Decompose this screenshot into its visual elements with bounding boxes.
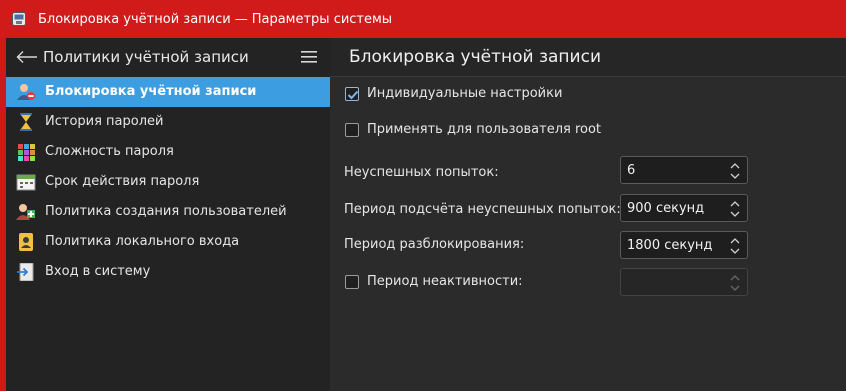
main-header: Блокировка учётной записи	[330, 38, 846, 77]
sidebar-item-password-complexity[interactable]: Сложность пароля	[6, 137, 330, 167]
page-title: Блокировка учётной записи	[349, 47, 601, 67]
unlock-period-label: Период разблокирования:	[344, 237, 525, 252]
window-title: Блокировка учётной записи — Параметры сист…	[38, 12, 392, 27]
title-bar: Блокировка учётной записи — Параметры сист…	[0, 0, 846, 38]
sidebar-item-account-lockout[interactable]: Блокировка учётной записи	[6, 77, 330, 107]
inactivity-checkbox[interactable]	[345, 274, 359, 289]
calendar-icon	[16, 174, 36, 191]
sidebar-item-user-creation-policy[interactable]: Политика создания пользователей	[6, 197, 330, 227]
spin-arrows-icon	[730, 275, 740, 291]
apply-root-row[interactable]: Применять для пользователя root	[345, 122, 601, 137]
unlock-period-spinbox[interactable]: 1800 секунд	[620, 231, 748, 259]
spin-arrows-icon[interactable]	[729, 235, 741, 257]
inactivity-row[interactable]: Период неактивности:	[345, 274, 523, 289]
sidebar-item-label: Сложность пароля	[45, 144, 174, 159]
failed-attempts-label: Неуспешных попыток:	[344, 165, 499, 180]
count-period-label: Период подсчёта неуспешных попыток:	[344, 202, 621, 217]
app-icon	[12, 12, 26, 26]
hourglass-icon	[20, 113, 32, 131]
hamburger-menu-icon[interactable]	[301, 50, 317, 64]
sidebar-item-password-history[interactable]: История паролей	[6, 107, 330, 137]
sidebar-item-label: Вход в систему	[45, 264, 151, 279]
back-arrow-icon[interactable]	[16, 50, 38, 64]
failed-attempts-value: 6	[627, 163, 636, 178]
spin-arrows-icon[interactable]	[729, 160, 741, 182]
sidebar-nav: Блокировка учётной записи История пароле…	[6, 77, 330, 287]
individual-settings-row[interactable]: Индивидуальные настройки	[345, 86, 562, 101]
grid-icon	[18, 144, 35, 161]
window-title-left: Блокировка учётной записи	[38, 11, 231, 27]
sidebar: Политики учётной записи Блокировка учётн…	[0, 38, 331, 391]
sidebar-item-password-expiry[interactable]: Срок действия пароля	[6, 167, 330, 197]
count-period-value: 900 секунд	[627, 201, 705, 216]
main-panel: Блокировка учётной записи Индивидуальные…	[330, 38, 846, 391]
sidebar-item-label: Политика локального входа	[45, 234, 240, 249]
login-icon	[17, 263, 34, 281]
sidebar-title: Политики учётной записи	[43, 48, 249, 66]
apply-root-checkbox[interactable]	[345, 122, 359, 137]
sidebar-item-label: Политика создания пользователей	[45, 204, 287, 219]
sidebar-item-label: Блокировка учётной записи	[45, 84, 257, 99]
user-add-icon	[16, 204, 35, 220]
checkmark-icon	[347, 90, 359, 99]
failed-attempts-spinbox[interactable]: 6	[620, 156, 748, 184]
sidebar-item-local-login-policy[interactable]: Политика локального входа	[6, 227, 330, 257]
spin-arrows-icon[interactable]	[729, 198, 741, 220]
sidebar-item-label: Срок действия пароля	[45, 174, 200, 189]
unlock-period-value: 1800 секунд	[627, 238, 713, 253]
user-badge-icon	[19, 233, 33, 251]
individual-settings-checkbox[interactable]	[345, 86, 359, 101]
apply-root-label: Применять для пользователя root	[367, 122, 602, 137]
window-title-separator: —	[234, 11, 248, 27]
individual-settings-label: Индивидуальные настройки	[367, 86, 563, 101]
sidebar-item-label: История паролей	[45, 114, 164, 129]
window-title-right: Параметры системы	[251, 11, 393, 27]
inactivity-label: Период неактивности:	[367, 274, 523, 289]
user-lock-icon	[17, 84, 35, 100]
sidebar-item-login[interactable]: Вход в систему	[6, 257, 330, 287]
inactivity-spinbox	[620, 268, 748, 296]
sidebar-header: Политики учётной записи	[6, 38, 330, 76]
count-period-spinbox[interactable]: 900 секунд	[620, 194, 748, 222]
